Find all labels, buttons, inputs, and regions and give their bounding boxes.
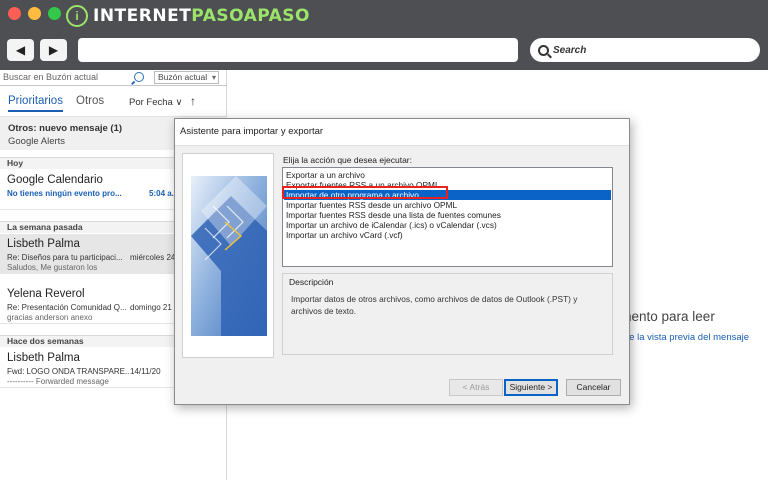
sort-direction-icon[interactable]: ↑ bbox=[190, 94, 196, 108]
message-subject: No tienes ningún evento pro... bbox=[7, 189, 122, 198]
browser-search-label: Search bbox=[553, 44, 587, 56]
message-subject: Fwd: LOGO ONDA TRANSPARE... bbox=[7, 367, 129, 376]
minimize-window-button[interactable] bbox=[28, 7, 41, 20]
reading-pane-title: nento para leer bbox=[624, 309, 715, 324]
cancel-button[interactable]: Cancelar bbox=[566, 379, 621, 396]
back-button[interactable]: ◀ bbox=[7, 39, 34, 61]
dialog-divider bbox=[175, 145, 629, 146]
message-date: 5:04 a. bbox=[149, 189, 174, 198]
mailbox-search-input[interactable]: Buscar en Buzón actual bbox=[3, 72, 98, 82]
reading-pane-link[interactable]: re la vista previa del mensaje bbox=[626, 332, 749, 343]
tab-otros[interactable]: Otros bbox=[76, 95, 104, 107]
message-date: domingo 21 bbox=[130, 303, 172, 312]
message-sender: Google Calendario bbox=[7, 174, 103, 186]
forward-button[interactable]: ▶ bbox=[40, 39, 67, 61]
option-import-rss-common[interactable]: Importar fuentes RSS desde una lista de … bbox=[284, 210, 611, 220]
import-export-wizard: Asistente para importar y exportar Elija… bbox=[174, 118, 630, 405]
message-preview: Saludos, Me gustaron los bbox=[7, 263, 98, 272]
address-bar[interactable] bbox=[78, 38, 518, 62]
message-sender: Lisbeth Palma bbox=[7, 238, 80, 250]
action-listbox[interactable]: Exportar a un archivo Exportar fuentes R… bbox=[282, 167, 613, 267]
message-subject: Re: Diseños para tu participaci... bbox=[7, 253, 123, 262]
search-scope-dropdown[interactable]: Buzón actual bbox=[154, 71, 219, 84]
search-icon[interactable] bbox=[134, 72, 144, 82]
forward-arrow-icon: ▶ bbox=[48, 43, 59, 57]
message-date: 14/11/20 bbox=[130, 367, 161, 376]
message-preview: gracias anderson anexo bbox=[7, 313, 93, 322]
highlight-annotation bbox=[282, 186, 448, 199]
back-arrow-icon: ◀ bbox=[15, 43, 26, 57]
otros-notice-title: Otros: nuevo mensaje (1) bbox=[8, 123, 123, 134]
wizard-illustration-icon bbox=[191, 176, 267, 336]
action-prompt: Elija la acción que desea ejecutar: bbox=[283, 155, 412, 165]
brand-logo-icon: i bbox=[66, 5, 88, 27]
description-label: Descripción bbox=[287, 277, 336, 287]
search-icon bbox=[538, 44, 549, 56]
next-button[interactable]: Siguiente > bbox=[504, 379, 558, 396]
back-button-disabled: < Atrás bbox=[449, 379, 503, 396]
message-sender: Yelena Reverol bbox=[7, 288, 85, 300]
description-text: Importar datos de otros archivos, como a… bbox=[291, 294, 578, 316]
dialog-title: Asistente para importar y exportar bbox=[175, 119, 629, 145]
option-import-vcard[interactable]: Importar un archivo vCard (.vcf) bbox=[284, 230, 611, 240]
message-sender: Lisbeth Palma bbox=[7, 352, 80, 364]
brand-logo: i INTERNETPASOAPASO bbox=[66, 3, 310, 29]
close-window-button[interactable] bbox=[8, 7, 21, 20]
maximize-window-button[interactable] bbox=[48, 7, 61, 20]
message-subject: Re: Presentación Comunidad Q... bbox=[7, 303, 127, 312]
wizard-illustration bbox=[182, 153, 274, 358]
message-date: miércoles 24 bbox=[130, 253, 176, 262]
option-import-rss-opml[interactable]: Importar fuentes RSS desde un archivo OP… bbox=[284, 200, 611, 210]
brand-prefix: INTERNET bbox=[93, 6, 192, 26]
brand-name: INTERNETPASOAPASO bbox=[93, 6, 310, 26]
message-preview: ---------- Forwarded message bbox=[7, 377, 109, 386]
inbox-tabs: Prioritarios Otros Por Fecha ∨ ↑ bbox=[0, 93, 227, 115]
brand-accent: PASOAPASO bbox=[191, 6, 310, 26]
option-import-icalendar[interactable]: Importar un archivo de iCalendar (.ics) … bbox=[284, 220, 611, 230]
browser-search-field[interactable]: Search bbox=[530, 38, 760, 62]
mailbox-search-row: Buscar en Buzón actual Buzón actual bbox=[0, 70, 227, 86]
option-export-file[interactable]: Exportar a un archivo bbox=[284, 170, 611, 180]
tab-prioritarios[interactable]: Prioritarios bbox=[8, 95, 63, 112]
sort-by-date-dropdown[interactable]: Por Fecha ∨ bbox=[129, 97, 182, 108]
otros-notice-sender: Google Alerts bbox=[8, 136, 66, 147]
browser-chrome: i INTERNETPASOAPASO ◀ ▶ Search bbox=[0, 0, 768, 70]
